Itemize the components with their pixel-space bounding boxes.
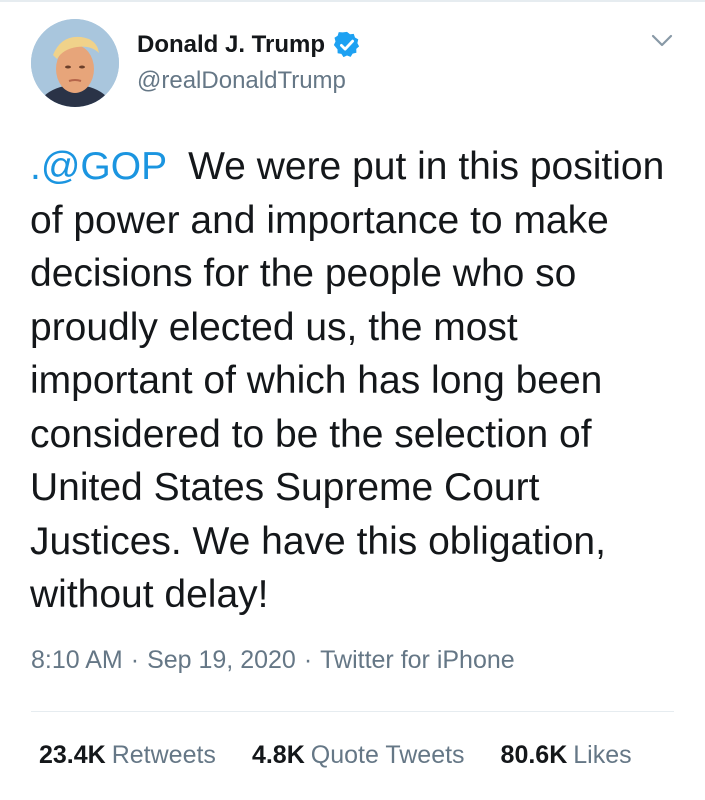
- quote-tweets-stat[interactable]: 4.8K Quote Tweets: [252, 741, 465, 770]
- tweet-menu-button[interactable]: [648, 31, 676, 51]
- top-border: [0, 0, 705, 2]
- retweets-count: 23.4K: [39, 741, 106, 769]
- verified-badge-icon: [332, 30, 362, 60]
- tweet-source-link[interactable]: Twitter for iPhone: [320, 646, 515, 675]
- chevron-down-icon: [651, 34, 673, 47]
- retweets-stat[interactable]: 23.4K Retweets: [39, 741, 216, 770]
- likes-count: 80.6K: [500, 741, 568, 769]
- author-avatar[interactable]: [31, 19, 119, 107]
- author-display-name[interactable]: Donald J. Trump: [137, 31, 325, 59]
- meta-separator: ·: [303, 646, 313, 674]
- author-handle[interactable]: @realDonaldTrump: [137, 67, 346, 95]
- gop-mention-link[interactable]: .@GOP: [30, 145, 166, 188]
- likes-label: Likes: [573, 741, 632, 769]
- tweet-time[interactable]: 8:10 AM: [31, 646, 123, 675]
- tweet-body-text: We were put in this position of power an…: [30, 145, 676, 616]
- tweet-meta: 8:10 AM · Sep 19, 2020 · Twitter for iPh…: [31, 646, 515, 675]
- meta-separator: ·: [130, 646, 140, 674]
- tweet-stats: 23.4K Retweets 4.8K Quote Tweets 80.6K L…: [39, 741, 632, 770]
- tweet-date[interactable]: Sep 19, 2020: [147, 646, 296, 675]
- profile-photo-avatar: [31, 19, 119, 107]
- stats-divider: [31, 711, 674, 712]
- tweet-body: .@GOP We were put in this position of po…: [30, 140, 690, 622]
- author-name-row: Donald J. Trump: [137, 30, 362, 60]
- quote-tweets-label: Quote Tweets: [310, 741, 465, 769]
- quote-tweets-count: 4.8K: [251, 741, 305, 769]
- likes-stat[interactable]: 80.6K Likes: [501, 741, 632, 770]
- retweets-label: Retweets: [111, 741, 216, 769]
